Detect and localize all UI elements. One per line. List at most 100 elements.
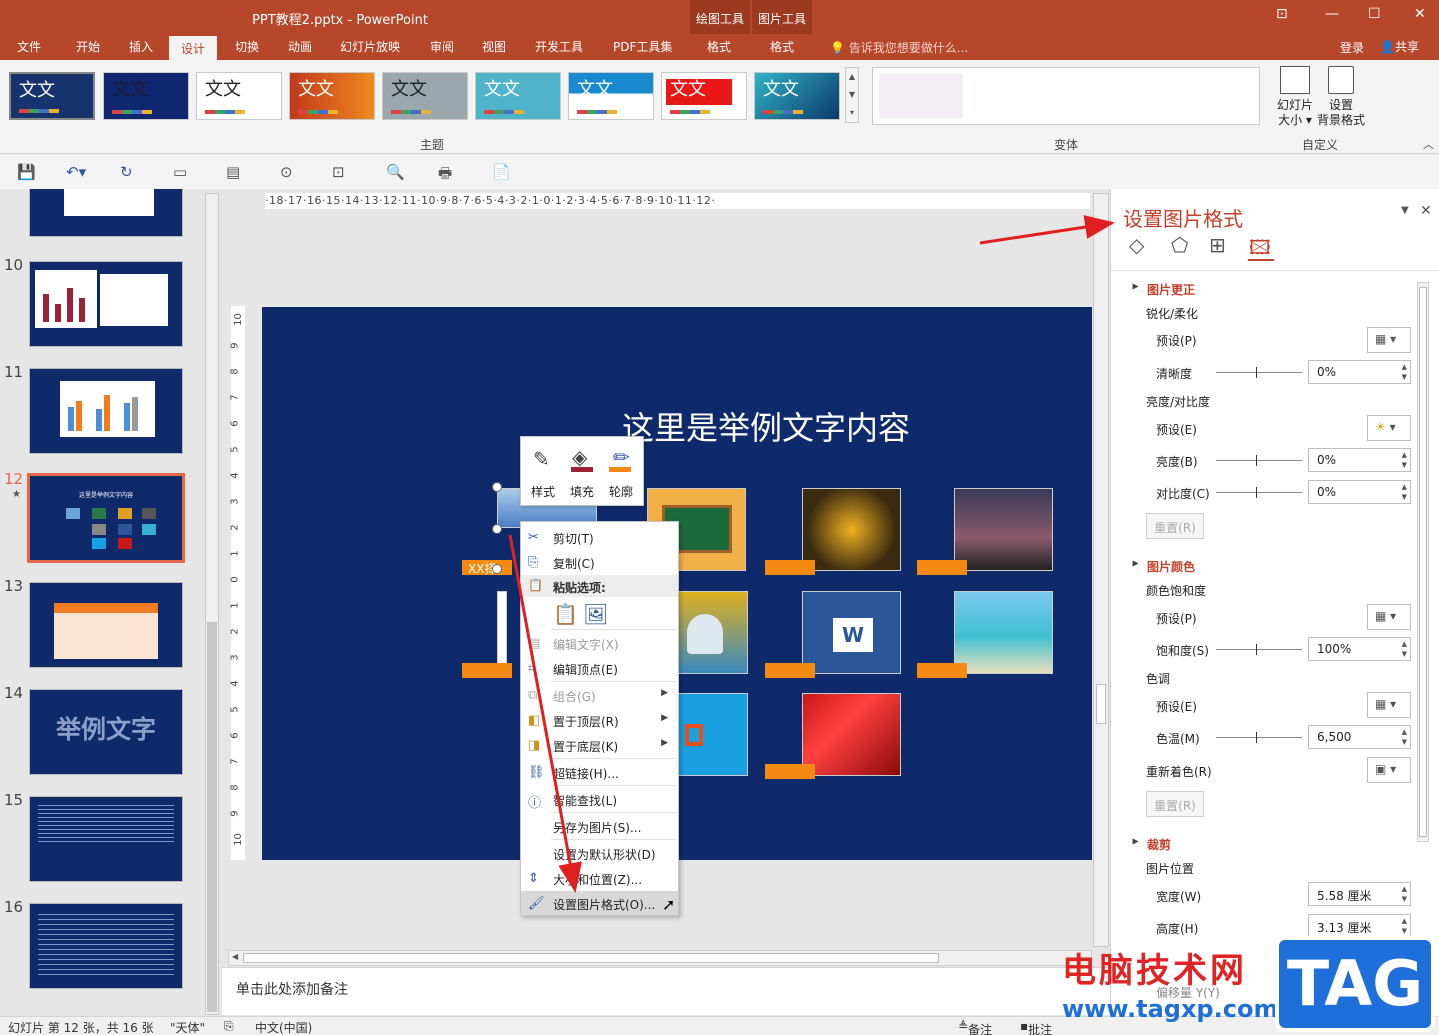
- menu-copy[interactable]: ⎘ 复制(C): [521, 550, 678, 574]
- minibar-fill-button[interactable]: 填充: [570, 483, 594, 500]
- height-input[interactable]: 3.13 厘米: [1308, 914, 1411, 938]
- reset-color-button[interactable]: 重置(R): [1146, 791, 1204, 817]
- style-brush-icon[interactable]: ✎: [533, 447, 550, 471]
- presenter-icon[interactable]: ⊙: [280, 163, 293, 181]
- label-box[interactable]: [765, 560, 815, 575]
- tab-home[interactable]: 开始: [76, 38, 100, 55]
- theme-thumb-4[interactable]: 文文: [289, 72, 375, 120]
- undo-icon[interactable]: ↶▾: [66, 163, 86, 181]
- section-crop[interactable]: 裁剪: [1147, 836, 1171, 853]
- menu-cut[interactable]: ✂ 剪切(T): [521, 525, 678, 549]
- theme-thumb-5[interactable]: 文文: [382, 72, 468, 120]
- pane-scroll-thumb[interactable]: [1419, 287, 1427, 837]
- menu-group[interactable]: ⧉ 组合(G) ▶: [521, 683, 678, 707]
- close-icon[interactable]: ✕: [1414, 6, 1426, 22]
- tab-design[interactable]: 设计: [169, 36, 218, 60]
- brightness-preset-dropdown[interactable]: ☀ ▾: [1367, 415, 1411, 441]
- label-box[interactable]: [765, 764, 815, 779]
- pane-close-icon[interactable]: ✕: [1420, 203, 1432, 219]
- menu-save-as-picture[interactable]: 另存为图片(S)...: [521, 814, 678, 838]
- slides-panel-scrollbar[interactable]: [205, 193, 219, 1015]
- slides-panel-scroll-thumb[interactable]: [207, 622, 217, 1012]
- status-comments-button[interactable]: ▪ 批注: [1020, 1019, 1052, 1035]
- slide-thumb-10[interactable]: [29, 261, 183, 347]
- printer-icon[interactable]: 🖶: [438, 163, 452, 188]
- status-notes-button[interactable]: ≜ 备注: [958, 1019, 992, 1035]
- menu-smart-lookup[interactable]: ⓘ 智能查找(L): [521, 787, 678, 811]
- picture-partial[interactable]: [497, 591, 507, 674]
- label-box[interactable]: [462, 663, 512, 678]
- menu-edit-text[interactable]: ▤ 编辑文字(X): [521, 631, 678, 655]
- pane-options-icon[interactable]: ▼: [1401, 205, 1409, 216]
- tab-developer[interactable]: 开发工具: [535, 38, 583, 55]
- fill-line-icon[interactable]: ◇: [1129, 233, 1144, 257]
- theme-thumb-2[interactable]: 文文: [103, 72, 189, 120]
- selection-handle[interactable]: [492, 524, 502, 534]
- hscroll-thumb[interactable]: [243, 953, 939, 963]
- edit-area-hscroll[interactable]: ◀: [228, 950, 1092, 966]
- label-box[interactable]: [917, 663, 967, 678]
- document-icon[interactable]: 📄: [492, 163, 511, 181]
- reset-corrections-button[interactable]: 重置(R): [1146, 513, 1204, 539]
- tab-drawing-format[interactable]: 格式: [707, 38, 731, 55]
- slide-thumb-15[interactable]: [29, 796, 183, 882]
- preview-icon[interactable]: 🔍: [386, 163, 405, 181]
- collapse-ribbon-icon[interactable]: ︿: [1423, 136, 1434, 152]
- slide-thumb-13[interactable]: [29, 582, 183, 668]
- section-picture-color[interactable]: 图片颜色: [1147, 558, 1195, 575]
- temperature-slider[interactable]: [1216, 732, 1302, 743]
- selection-handle[interactable]: [492, 564, 502, 574]
- clarity-slider[interactable]: [1216, 367, 1302, 378]
- saturation-preset-dropdown[interactable]: ▦ ▾: [1367, 604, 1411, 630]
- tone-preset-dropdown[interactable]: ▦ ▾: [1367, 692, 1411, 718]
- tab-pdf-tools[interactable]: PDF工具集: [613, 38, 672, 55]
- paste-picture-icon[interactable]: 🖼: [583, 602, 608, 626]
- menu-send-back[interactable]: ◨ 置于底层(K) ▶: [521, 733, 678, 757]
- scroll-left-icon[interactable]: ◀: [232, 952, 238, 961]
- slide-thumb-9[interactable]: [29, 189, 183, 237]
- tab-view[interactable]: 视图: [482, 38, 506, 55]
- share-button[interactable]: 👤共享: [1380, 38, 1419, 55]
- theme-thumb-6[interactable]: 文文: [475, 72, 561, 120]
- saturation-slider[interactable]: [1216, 644, 1302, 655]
- brightness-input[interactable]: 0%: [1308, 448, 1411, 472]
- picture-city-night[interactable]: [954, 488, 1053, 571]
- menu-format-picture[interactable]: 🖌 设置图片格式(O)...: [521, 891, 678, 915]
- section-picture-corrections[interactable]: 图片更正: [1147, 281, 1195, 298]
- new-slide-icon[interactable]: ▭: [173, 163, 187, 181]
- picture-doctor[interactable]: [672, 591, 748, 674]
- slide-thumb-14[interactable]: 举例文字: [29, 689, 183, 775]
- minimize-icon[interactable]: —: [1325, 6, 1339, 22]
- variant-gallery[interactable]: [872, 67, 1260, 125]
- slide-title[interactable]: 这里是举例文字内容: [622, 403, 910, 449]
- menu-set-default-shape[interactable]: 设置为默认形状(D): [521, 841, 678, 865]
- login-link[interactable]: 登录: [1340, 39, 1364, 56]
- label-box[interactable]: [917, 560, 967, 575]
- tab-file[interactable]: 文件: [17, 38, 41, 55]
- picture-leaf[interactable]: [802, 488, 901, 571]
- menu-size-position[interactable]: ⇕ 大小和位置(Z)...: [521, 866, 678, 890]
- save-icon[interactable]: 💾: [17, 163, 36, 181]
- picture-office-logo[interactable]: [672, 693, 748, 776]
- layout-icon[interactable]: ▤: [226, 163, 240, 181]
- size-properties-icon[interactable]: ⊞: [1209, 233, 1226, 257]
- theme-thumb-7[interactable]: 文文: [568, 72, 654, 120]
- minibar-outline-button[interactable]: 轮廓: [609, 483, 633, 500]
- menu-bring-front[interactable]: ◧ 置于顶层(R) ▶: [521, 708, 678, 732]
- clarity-input[interactable]: 0%: [1308, 360, 1411, 384]
- tab-review[interactable]: 审阅: [430, 38, 454, 55]
- tell-me-search[interactable]: 💡 告诉我您想要做什么...: [830, 39, 968, 56]
- effects-icon[interactable]: ⬠: [1171, 233, 1188, 257]
- slideshow-icon[interactable]: ⊡: [332, 163, 345, 181]
- edit-area-vscroll[interactable]: [1093, 193, 1109, 947]
- tab-slideshow[interactable]: 幻灯片放映: [340, 38, 400, 55]
- recolor-dropdown[interactable]: ▣ ▾: [1367, 757, 1411, 783]
- maximize-icon[interactable]: ☐: [1368, 6, 1381, 22]
- label-box-selected[interactable]: XX择: [462, 560, 512, 576]
- contrast-slider[interactable]: [1216, 487, 1302, 498]
- label-box[interactable]: [765, 663, 815, 678]
- spellcheck-icon[interactable]: ⎘: [224, 1019, 234, 1034]
- picture-red-silk[interactable]: [802, 693, 901, 776]
- format-background-button[interactable]: 设置 背景格式: [1312, 66, 1370, 128]
- ribbon-display-icon[interactable]: ⊡: [1276, 6, 1288, 22]
